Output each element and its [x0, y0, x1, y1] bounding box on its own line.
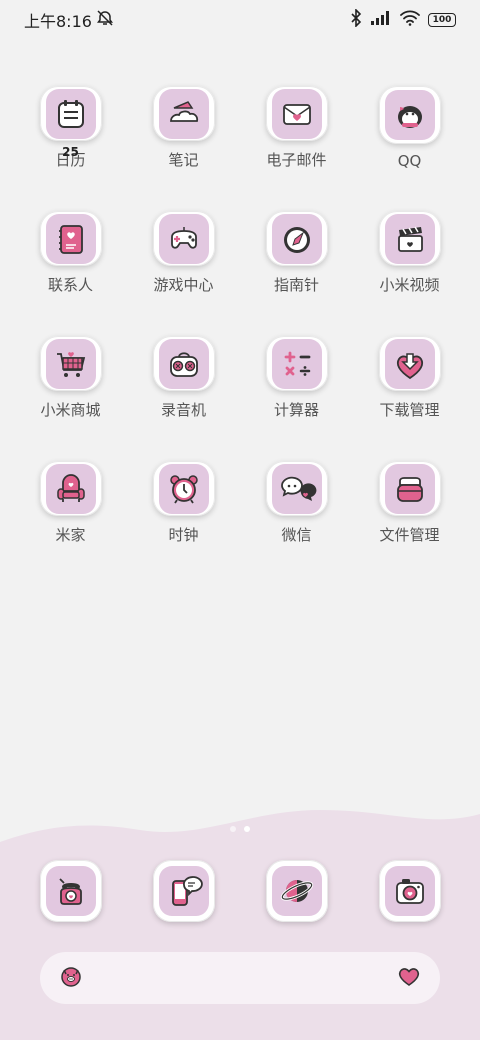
battery-icon: 100 [428, 13, 456, 27]
app-label: 小米商城 [40, 401, 101, 419]
wifi-icon [400, 10, 420, 30]
clapperboard-icon [397, 226, 423, 252]
app-calculator[interactable]: 计算器 [240, 336, 353, 420]
app-label: 时钟 [168, 526, 199, 544]
radio-icon [169, 351, 198, 377]
app-game-center[interactable]: 游戏中心 [127, 211, 240, 295]
telephone-icon [58, 878, 82, 905]
app-label: 联系人 [47, 276, 93, 294]
app-wechat[interactable]: 微信 [240, 461, 353, 545]
app-label: 笔记 [168, 151, 199, 169]
dock-messages[interactable] [127, 860, 240, 924]
calculator-icon [284, 351, 310, 376]
app-qq[interactable]: QQ [353, 86, 466, 170]
app-label: 米家 [55, 526, 86, 544]
app-grid: 25 日历 笔记 电子邮件 QQ 联系人 游戏中心 指南针 小米视频 小米商城 … [0, 86, 480, 545]
pig-icon[interactable] [58, 963, 84, 993]
planet-browser-icon [280, 880, 313, 902]
app-contacts[interactable]: 联系人 [14, 211, 127, 295]
app-mi-video[interactable]: 小米视频 [353, 211, 466, 295]
status-time: 上午8:16 [24, 12, 92, 31]
app-label: 微信 [281, 526, 312, 544]
contacts-icon [58, 224, 83, 254]
compass-icon [283, 226, 310, 253]
alarm-off-icon [96, 9, 114, 31]
dock-camera[interactable] [353, 860, 466, 924]
app-label: 电子邮件 [266, 151, 327, 169]
app-label: 文件管理 [379, 526, 440, 544]
armchair-icon [56, 473, 85, 502]
app-recorder[interactable]: 录音机 [127, 336, 240, 420]
dock-browser[interactable] [240, 860, 353, 924]
app-downloads[interactable]: 下载管理 [353, 336, 466, 420]
app-label: 录音机 [160, 401, 206, 419]
dock-phone[interactable] [14, 860, 127, 924]
camera-icon [395, 879, 424, 904]
notes-icon [169, 100, 198, 122]
dock [0, 860, 480, 924]
app-label: 下载管理 [379, 401, 440, 419]
status-bar: 上午8:16 100 [0, 0, 480, 40]
app-label: 指南针 [273, 276, 319, 294]
battery-level: 100 [432, 14, 452, 25]
app-clock[interactable]: 时钟 [127, 461, 240, 545]
app-compass[interactable]: 指南针 [240, 211, 353, 295]
alarm-clock-icon [169, 474, 198, 503]
mail-icon [282, 103, 311, 125]
calendar-icon [57, 99, 84, 128]
message-phone-icon [171, 876, 203, 906]
penguin-icon [397, 106, 422, 128]
chat-bubble-icon [280, 476, 316, 501]
page-dot-active[interactable] [244, 826, 250, 832]
search-bar[interactable] [40, 952, 440, 1004]
app-label: 游戏中心 [153, 276, 214, 294]
bluetooth-icon [350, 8, 362, 31]
folder-bag-icon [396, 476, 423, 502]
signal-icon [370, 10, 392, 30]
app-notes[interactable]: 笔记 [127, 86, 240, 170]
app-label: 小米视频 [379, 276, 440, 294]
heart-icon[interactable] [396, 963, 422, 993]
app-mijia[interactable]: 米家 [14, 461, 127, 545]
app-file-manager[interactable]: 文件管理 [353, 461, 466, 545]
app-calendar[interactable]: 25 日历 [14, 86, 127, 170]
app-email[interactable]: 电子邮件 [240, 86, 353, 170]
download-heart-icon [396, 352, 423, 379]
page-indicator[interactable] [0, 826, 480, 832]
app-label: 计算器 [273, 401, 319, 419]
page-dot[interactable] [230, 826, 236, 832]
calendar-date: 25 [62, 145, 79, 159]
shopping-cart-icon [56, 351, 85, 377]
app-mi-store[interactable]: 小米商城 [14, 336, 127, 420]
app-label: QQ [397, 152, 422, 170]
gamepad-icon [170, 226, 197, 249]
